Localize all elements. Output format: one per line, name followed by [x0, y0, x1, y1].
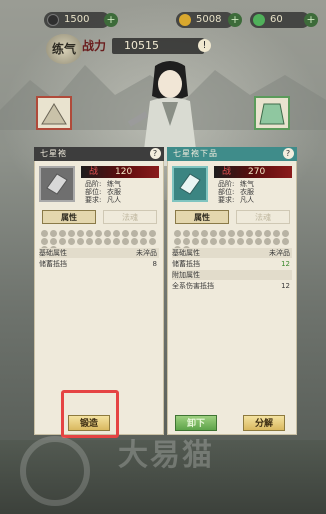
- stat-row: 基础属性 未淬品: [172, 248, 292, 258]
- item-info: 战 270 品阶: 练气 部位: 衣服 要求: 凡人: [172, 164, 292, 206]
- item-attributes: 品阶: 练气 部位: 衣服 要求: 凡人: [85, 180, 121, 204]
- robe-item-icon[interactable]: [172, 166, 208, 202]
- info-icon[interactable]: !: [198, 39, 211, 52]
- help-icon[interactable]: ?: [150, 148, 161, 159]
- add-gold-button[interactable]: +: [228, 13, 242, 27]
- add-energy-button[interactable]: +: [104, 13, 118, 27]
- combat-power: 战力 10515 !: [82, 36, 212, 56]
- item-info: 战 120 品阶: 练气 部位: 衣服 要求: 凡人: [39, 164, 159, 206]
- add-jade-button[interactable]: +: [304, 13, 318, 27]
- panel-title: 七星袍 ?: [34, 147, 164, 161]
- stat-row: 附加属性: [172, 270, 292, 280]
- gem-sockets: [39, 230, 159, 253]
- panel-title: 七星袍下品 ?: [167, 147, 297, 161]
- stat-row: 储蓄抵挡 8: [39, 260, 157, 268]
- energy-icon: [47, 14, 59, 26]
- watermark-logo: [20, 436, 90, 506]
- equip-slot-right[interactable]: [254, 96, 290, 130]
- energy-counter: 1500 +: [44, 12, 118, 28]
- game-screen: 1500 + 5008 + 60 + 练气 战力 10515 ! 七星袍 ? 战…: [0, 0, 326, 514]
- robe-icon: [259, 103, 285, 125]
- gem-sockets: [172, 230, 292, 253]
- panel-tabs: 属性 法魂: [39, 210, 159, 226]
- power-value: 10515: [112, 38, 204, 54]
- item-attributes: 品阶: 练气 部位: 衣服 要求: 凡人: [218, 180, 254, 204]
- fan-icon: [41, 103, 67, 125]
- stat-row: 全系伤害抵挡 12: [172, 282, 290, 290]
- stat-row: 基础属性 未淬品: [39, 248, 159, 258]
- watermark-text: 大易猫: [118, 438, 214, 473]
- dismantle-button[interactable]: 分解: [243, 415, 285, 431]
- gold-counter: 5008 +: [176, 12, 242, 28]
- jade-counter: 60 +: [250, 12, 318, 28]
- tab-attributes[interactable]: 属性: [175, 210, 229, 224]
- realm-seal[interactable]: 练气: [46, 34, 82, 64]
- new-equipment-panel: 七星袍下品 ? 战 270 品阶:练气 部位:衣服 要求:凡人 属性 法魂: [167, 147, 297, 435]
- stat-row: 储蓄抵挡 12: [172, 260, 290, 268]
- gold-coin-icon: [179, 14, 191, 26]
- panel-tabs: 属性 法魂: [172, 210, 292, 226]
- power-label: 战力: [82, 39, 107, 53]
- tab-attributes[interactable]: 属性: [42, 210, 96, 224]
- tab-soul[interactable]: 法魂: [236, 210, 290, 224]
- unequip-button[interactable]: 卸下: [175, 415, 217, 431]
- tab-soul[interactable]: 法魂: [103, 210, 157, 224]
- help-icon[interactable]: ?: [283, 148, 294, 159]
- combat-stat-bar: 战 270: [214, 166, 292, 178]
- equip-slot-fan-left[interactable]: [36, 96, 72, 130]
- robe-item-icon[interactable]: [39, 166, 75, 202]
- jade-icon: [253, 14, 265, 26]
- tutorial-highlight-box: [61, 390, 119, 438]
- resource-bar: 1500 + 5008 + 60 +: [0, 10, 326, 32]
- combat-stat-bar: 战 120: [81, 166, 159, 178]
